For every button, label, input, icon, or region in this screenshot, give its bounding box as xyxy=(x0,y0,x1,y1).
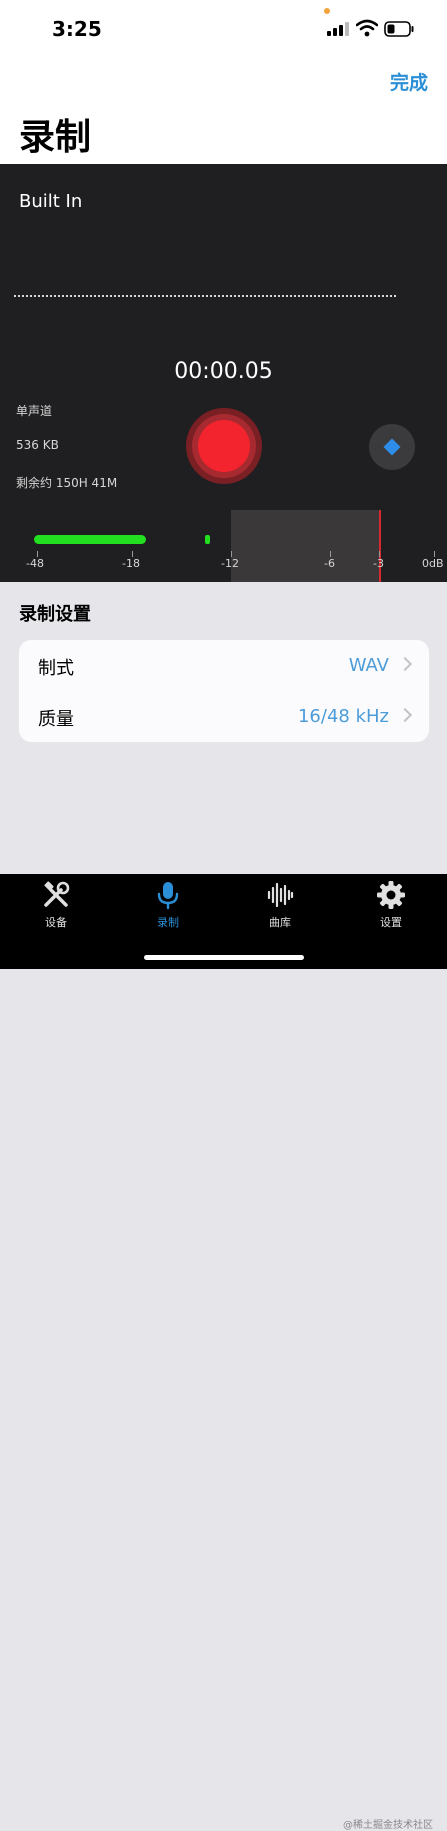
level-peak-dot xyxy=(205,535,210,544)
chevron-right-icon xyxy=(397,656,413,672)
tab-label: 设备 xyxy=(45,916,67,929)
file-size-label: 536 KB xyxy=(16,438,59,452)
page-title: 录制 xyxy=(19,117,92,158)
input-source-label: Built In xyxy=(19,191,83,212)
scale-label: -48 xyxy=(26,557,44,570)
tab-label: 设置 xyxy=(380,916,402,929)
remaining-time-label: 剩余约 150H 41M xyxy=(16,476,118,490)
peak-indicator xyxy=(379,510,381,582)
tab-devices[interactable]: 设备 xyxy=(16,880,96,930)
chevron-right-icon xyxy=(397,707,413,723)
quality-value: 16/48 kHz xyxy=(297,706,389,727)
format-value: WAV xyxy=(348,655,389,676)
tab-record[interactable]: 录制 xyxy=(128,880,208,930)
scale-label: -12 xyxy=(221,557,239,570)
channel-mode-label: 单声道 xyxy=(16,404,53,418)
level-meter-bar xyxy=(34,535,146,544)
recording-settings-header: 录制设置 xyxy=(19,604,91,625)
recorder-panel: Built In 00:00.05 单声道 536 KB 剩余约 150H 41… xyxy=(0,164,447,582)
waveform-baseline xyxy=(14,295,396,297)
privacy-dot xyxy=(324,8,330,14)
scale-label: -18 xyxy=(122,557,140,570)
tab-label: 录制 xyxy=(157,916,179,929)
wifi-icon xyxy=(356,19,378,37)
navigation-bar: 完成 录制 xyxy=(0,58,447,164)
battery-icon xyxy=(384,21,414,37)
waveform-icon xyxy=(267,882,294,908)
home-indicator[interactable] xyxy=(144,955,304,960)
status-bar: 3:25 xyxy=(0,0,447,58)
record-icon xyxy=(198,420,250,472)
record-button[interactable] xyxy=(186,408,262,484)
scale-label: 0dB xyxy=(422,557,444,570)
tab-label: 曲库 xyxy=(269,916,291,929)
tab-settings[interactable]: 设置 xyxy=(351,880,431,930)
diamond-marker-icon xyxy=(383,438,401,456)
cellular-signal-icon xyxy=(327,22,349,36)
settings-card: 制式 WAV 质量 16/48 kHz xyxy=(19,640,429,742)
microphone-icon xyxy=(157,882,179,910)
add-marker-button[interactable] xyxy=(369,424,415,470)
done-button[interactable]: 完成 xyxy=(390,68,428,95)
recording-timer: 00:00.05 xyxy=(174,359,273,384)
watermark: @稀土掘金技术社区 xyxy=(343,1820,433,1831)
gear-icon xyxy=(377,881,405,909)
quality-row[interactable]: 质量 16/48 kHz xyxy=(19,691,429,742)
format-row[interactable]: 制式 WAV xyxy=(19,640,429,691)
format-label: 制式 xyxy=(38,658,74,679)
scale-label: -3 xyxy=(373,557,384,570)
quality-label: 质量 xyxy=(38,709,74,730)
level-meter-headroom xyxy=(231,510,379,582)
scale-label: -6 xyxy=(324,557,335,570)
tab-library[interactable]: 曲库 xyxy=(240,880,320,930)
status-time: 3:25 xyxy=(52,17,102,41)
tools-icon xyxy=(44,881,70,907)
